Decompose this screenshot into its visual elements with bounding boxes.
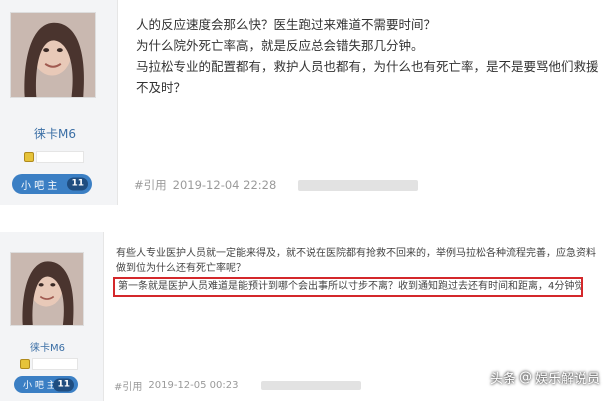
blurred-info [298,179,419,191]
rank-badge[interactable]: 小 吧 主 11 [14,376,78,393]
post-paragraph: 有些人专业医护人员就一定能来得及，就不说在医院都有抢救不回来的，举例马拉松各种流… [116,248,596,274]
post-separator [0,205,612,232]
rank-level: 11 [53,378,74,391]
post-paragraph: 马拉松专业的配置都有，救护人员也都有，为什么也有死亡率，是不是要骂他们救援不及时… [136,59,599,95]
watermark-source: 头条 [489,372,516,387]
post-timestamp: 2019-12-04 22:28 [172,178,277,192]
watermark-account: 娱乐解说员 [534,372,600,387]
post-paragraph: 人的反应速度会那么快？医生跑过来难道不需要时间？ [136,17,437,32]
rank-badge[interactable]: 小 吧 主 11 [12,174,92,194]
highlighted-paragraph: 第一条就是医护人员难道是能预计到哪个会出事所以寸步不离？收到通知跑过去还有时间和… [113,277,583,297]
avatar[interactable] [10,12,96,98]
medal-slot [36,151,84,163]
blurred-info [260,381,361,390]
author-sidebar: 徕卡M6 小 吧 主 11 [0,0,118,205]
author-name[interactable]: 徕卡M6 [30,339,65,354]
medal-icon[interactable] [24,152,34,162]
rank-label: 小 吧 主 [23,381,56,391]
source-watermark: 头条 @ 娱乐解说员 [490,368,600,387]
reply-link[interactable]: #引用 [114,378,142,393]
post-paragraph: 为什么院外死亡率高，就是反应总会错失那几分钟。 [136,38,424,53]
watermark-separator: @ [518,370,532,385]
medal-slot [32,358,78,370]
post-meta: #引用 2019-12-04 22:28 [134,177,419,193]
post-body: 人的反应速度会那么快？医生跑过来难道不需要时间？ 为什么院外死亡率高，就是反应总… [136,14,604,98]
rank-label: 小 吧 主 [21,180,58,192]
rank-level: 11 [67,177,88,191]
medal-icon[interactable] [20,359,30,369]
post-timestamp: 2019-12-05 00:23 [148,380,239,391]
avatar-image [11,253,83,325]
reply-link[interactable]: #引用 [134,177,167,193]
forum-post: 徕卡M6 小 吧 主 11 人的反应速度会那么快？医生跑过来难道不需要时间？ 为… [0,0,612,205]
post-meta: #引用 2019-12-05 00:23 [114,378,361,393]
avatar-image [11,13,95,97]
author-sidebar: 徕卡M6 小 吧 主 11 [0,232,104,401]
author-name[interactable]: 徕卡M6 [34,125,76,142]
avatar[interactable] [10,252,84,326]
